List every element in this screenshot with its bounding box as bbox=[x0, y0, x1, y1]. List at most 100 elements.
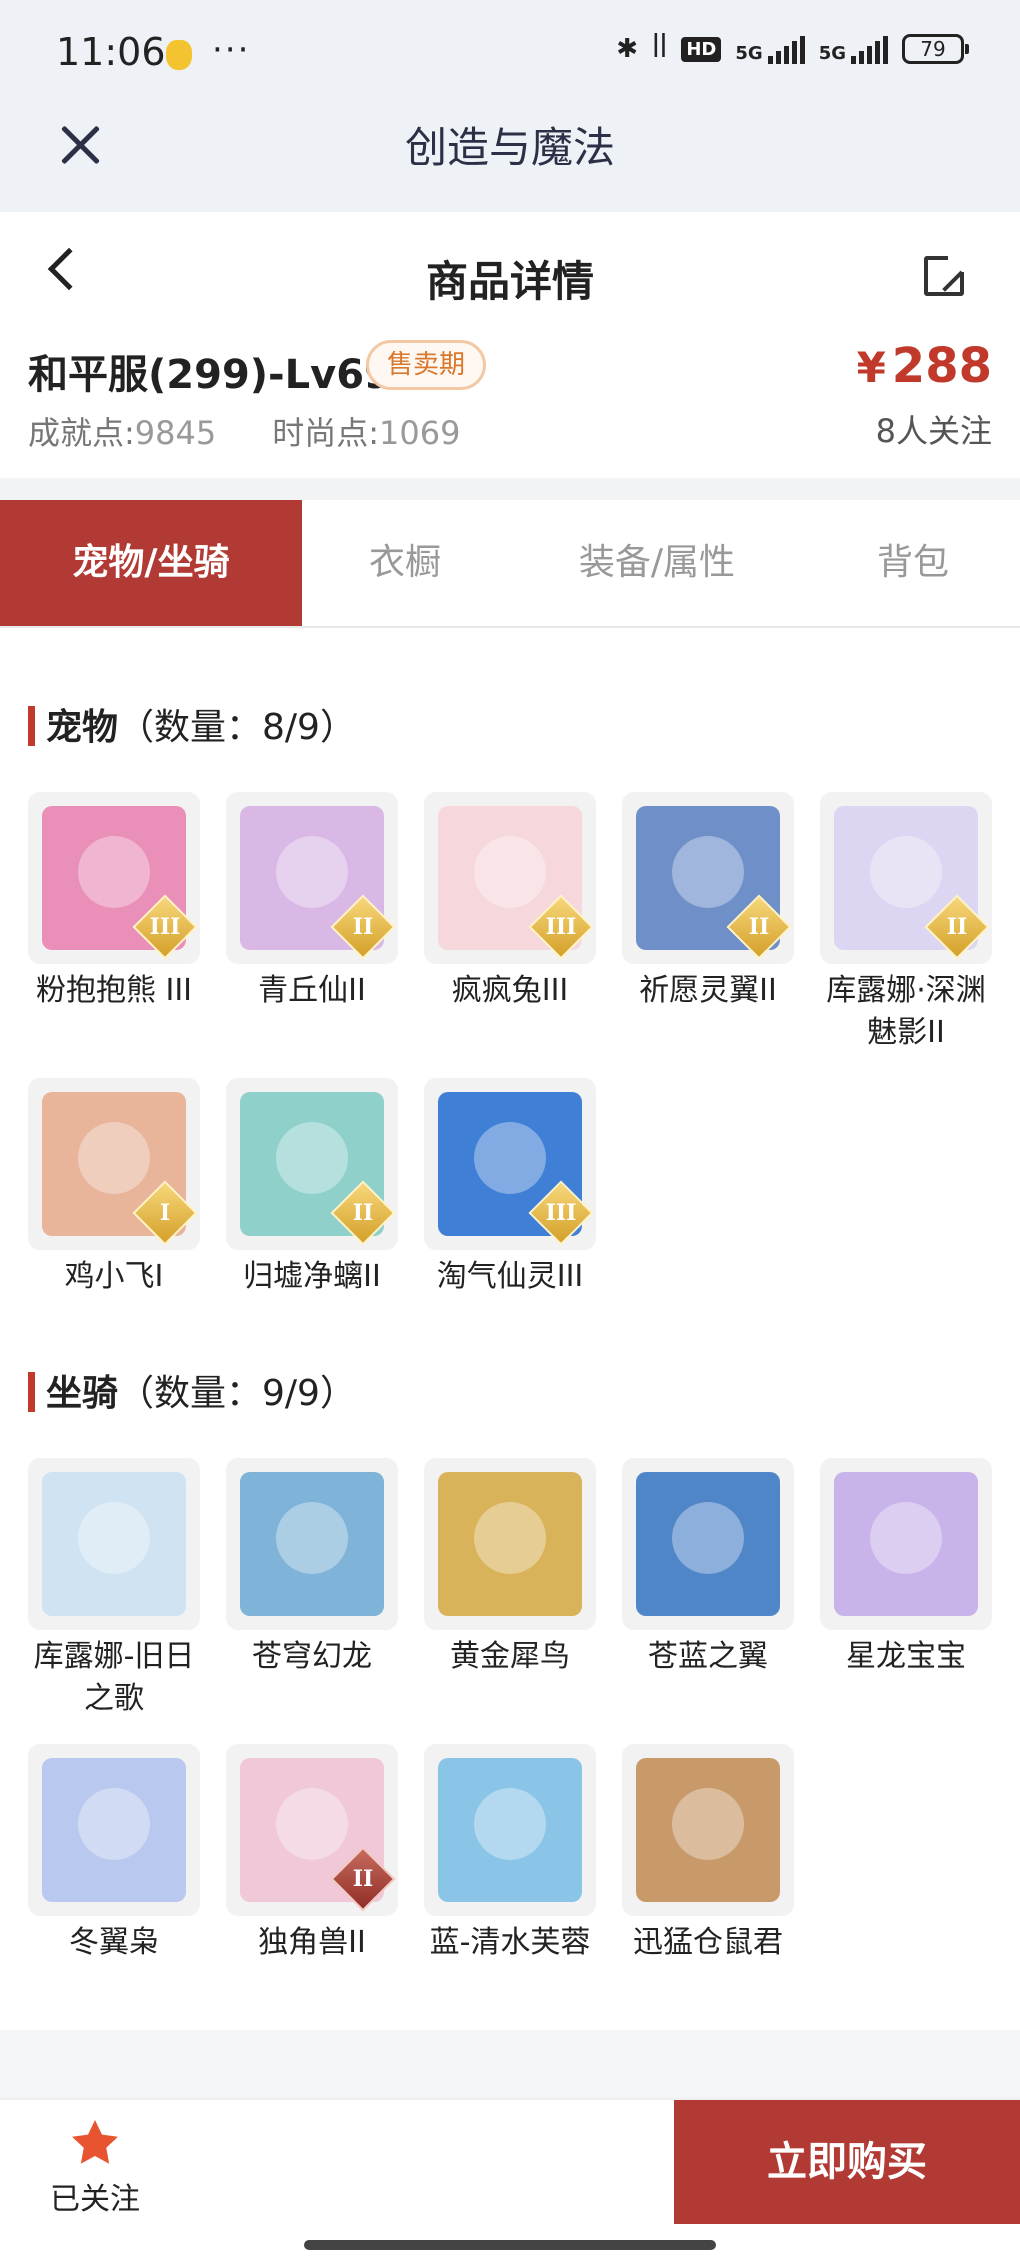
bluetooth-icon: ✱ bbox=[616, 34, 639, 64]
signal-1-icon: 5G bbox=[735, 34, 805, 64]
mount-name: 库露娜-旧日之歌 bbox=[33, 1639, 195, 1716]
tab-bar: 宠物/坐骑 衣橱 装备/属性 背包 bbox=[0, 500, 1020, 628]
product-price: ¥288 bbox=[857, 338, 992, 394]
mount-image bbox=[636, 1472, 780, 1616]
pet-item[interactable]: III 疯疯兔III bbox=[424, 792, 596, 1012]
pet-name: 库露娜·深渊魅影II bbox=[826, 973, 986, 1050]
pet-name: 祈愿灵翼II bbox=[639, 973, 777, 1008]
mount-item[interactable]: 蓝-清水芙蓉 bbox=[424, 1744, 596, 1964]
share-icon[interactable] bbox=[924, 252, 968, 296]
fashion-label: 时尚点: bbox=[272, 414, 380, 452]
mount-thumbnail bbox=[820, 1458, 992, 1630]
pet-thumbnail: II bbox=[820, 792, 992, 964]
mount-name: 冬翼枭 bbox=[69, 1925, 159, 1960]
status-time: 11:06 bbox=[56, 30, 166, 74]
mount-item[interactable]: 星龙宝宝 bbox=[820, 1458, 992, 1678]
mount-thumbnail bbox=[28, 1744, 200, 1916]
mount-thumbnail bbox=[424, 1744, 596, 1916]
product-points: 成就点:9845 时尚点:1069 bbox=[28, 408, 460, 454]
page-nav-bar: 商品详情 bbox=[0, 212, 1020, 338]
pet-thumbnail: III bbox=[424, 1078, 596, 1250]
bottom-spacer bbox=[0, 2030, 1020, 2098]
tier-label: I bbox=[159, 1200, 171, 1226]
pets-section-title: 宠物（数量：8/9） bbox=[28, 698, 356, 750]
pet-item[interactable]: I 鸡小飞I bbox=[28, 1078, 200, 1298]
tier-label: III bbox=[149, 914, 181, 940]
tab-pets-mounts[interactable]: 宠物/坐骑 bbox=[0, 500, 302, 626]
hd-icon: HD bbox=[681, 36, 722, 62]
mount-name: 迅猛仓鼠君 bbox=[633, 1925, 783, 1960]
earbuds-icon: ꟾꟾ bbox=[652, 34, 668, 64]
section-divider bbox=[0, 478, 1020, 500]
pet-thumbnail: II bbox=[226, 1078, 398, 1250]
mount-item[interactable]: 库露娜-旧日之歌 bbox=[28, 1458, 200, 1720]
pet-item[interactable]: II 祈愿灵翼II bbox=[622, 792, 794, 1012]
pet-name: 淘气仙灵III bbox=[436, 1259, 584, 1294]
mount-name: 蓝-清水芙蓉 bbox=[429, 1925, 591, 1960]
currency-symbol: ¥ bbox=[856, 343, 886, 392]
notification-bunny-icon bbox=[166, 40, 192, 70]
tab-backpack[interactable]: 背包 bbox=[806, 500, 1020, 626]
achievement-label: 成就点: bbox=[28, 414, 135, 452]
follow-label: 已关注 bbox=[50, 2182, 140, 2217]
mount-item[interactable]: 苍蓝之翼 bbox=[622, 1458, 794, 1678]
buy-now-button[interactable]: 立即购买 bbox=[674, 2100, 1020, 2224]
tab-equipment-attributes[interactable]: 装备/属性 bbox=[508, 500, 806, 626]
mount-image bbox=[240, 1472, 384, 1616]
tier-label: II bbox=[352, 1866, 374, 1892]
pet-thumbnail: III bbox=[28, 792, 200, 964]
tier-label: II bbox=[748, 914, 770, 940]
status-icons: ✱ ꟾꟾ HD 5G 5G 79 bbox=[616, 34, 969, 64]
bottom-action-bar: 已关注 立即购买 bbox=[0, 2098, 1020, 2267]
mount-item[interactable]: 苍穹幻龙 bbox=[226, 1458, 398, 1678]
tier-label: II bbox=[352, 1200, 374, 1226]
mount-item[interactable]: 冬翼枭 bbox=[28, 1744, 200, 1964]
app-title: 创造与魔法 bbox=[404, 123, 615, 172]
tier-label: III bbox=[545, 914, 577, 940]
tier-label: II bbox=[352, 914, 374, 940]
home-indicator bbox=[304, 2240, 716, 2250]
mount-name: 苍穹幻龙 bbox=[252, 1639, 372, 1674]
main-content: 宠物（数量：8/9） III 粉抱抱熊 III II 青丘仙II III 疯疯兔III II… bbox=[0, 628, 1020, 2030]
star-icon bbox=[72, 2120, 118, 2164]
pet-item[interactable]: II 库露娜·深渊魅影II bbox=[820, 792, 992, 1054]
mount-thumbnail bbox=[226, 1458, 398, 1630]
mount-name: 星龙宝宝 bbox=[846, 1639, 966, 1674]
pet-thumbnail: I bbox=[28, 1078, 200, 1250]
mounts-title-main: 坐骑 bbox=[46, 1373, 119, 1414]
mount-thumbnail: II bbox=[226, 1744, 398, 1916]
signal-2-icon: 5G bbox=[819, 34, 888, 64]
status-bar: 11:06 ··· ✱ ꟾꟾ HD 5G 5G 79 bbox=[0, 0, 1020, 110]
pet-name: 疯疯兔III bbox=[451, 973, 569, 1008]
mount-image bbox=[42, 1758, 186, 1902]
mount-name: 苍蓝之翼 bbox=[648, 1639, 768, 1674]
pet-item[interactable]: III 粉抱抱熊 III bbox=[28, 792, 200, 1012]
mount-thumbnail bbox=[622, 1458, 794, 1630]
mount-image bbox=[42, 1472, 186, 1616]
mount-item[interactable]: 迅猛仓鼠君 bbox=[622, 1744, 794, 1964]
tier-label: II bbox=[946, 914, 968, 940]
mount-image bbox=[636, 1758, 780, 1902]
follow-button[interactable]: 已关注 bbox=[40, 2116, 150, 2218]
mount-image bbox=[438, 1758, 582, 1902]
pet-name: 青丘仙II bbox=[258, 973, 366, 1008]
pet-thumbnail: II bbox=[622, 792, 794, 964]
mount-thumbnail bbox=[28, 1458, 200, 1630]
fashion-value: 1069 bbox=[379, 414, 461, 452]
tab-wardrobe[interactable]: 衣橱 bbox=[302, 500, 508, 626]
achievement-value: 9845 bbox=[134, 414, 217, 452]
mounts-section-title: 坐骑（数量：9/9） bbox=[28, 1364, 356, 1416]
pet-item[interactable]: III 淘气仙灵III bbox=[424, 1078, 596, 1298]
pets-title-main: 宠物 bbox=[46, 707, 119, 748]
mount-item[interactable]: II 独角兽II bbox=[226, 1744, 398, 1964]
pet-item[interactable]: II 青丘仙II bbox=[226, 792, 398, 1012]
pet-name: 鸡小飞I bbox=[64, 1259, 164, 1294]
mount-item[interactable]: 黄金犀鸟 bbox=[424, 1458, 596, 1678]
status-badge: 售卖期 bbox=[366, 340, 487, 390]
pet-item[interactable]: II 归墟净螭II bbox=[226, 1078, 398, 1298]
app-header: 创造与魔法 bbox=[0, 100, 1020, 212]
product-name: 和平服(299)-Lv69 bbox=[28, 352, 392, 398]
price-value: 288 bbox=[891, 338, 992, 394]
mount-image bbox=[834, 1472, 978, 1616]
pet-name: 归墟净螭II bbox=[243, 1259, 381, 1294]
